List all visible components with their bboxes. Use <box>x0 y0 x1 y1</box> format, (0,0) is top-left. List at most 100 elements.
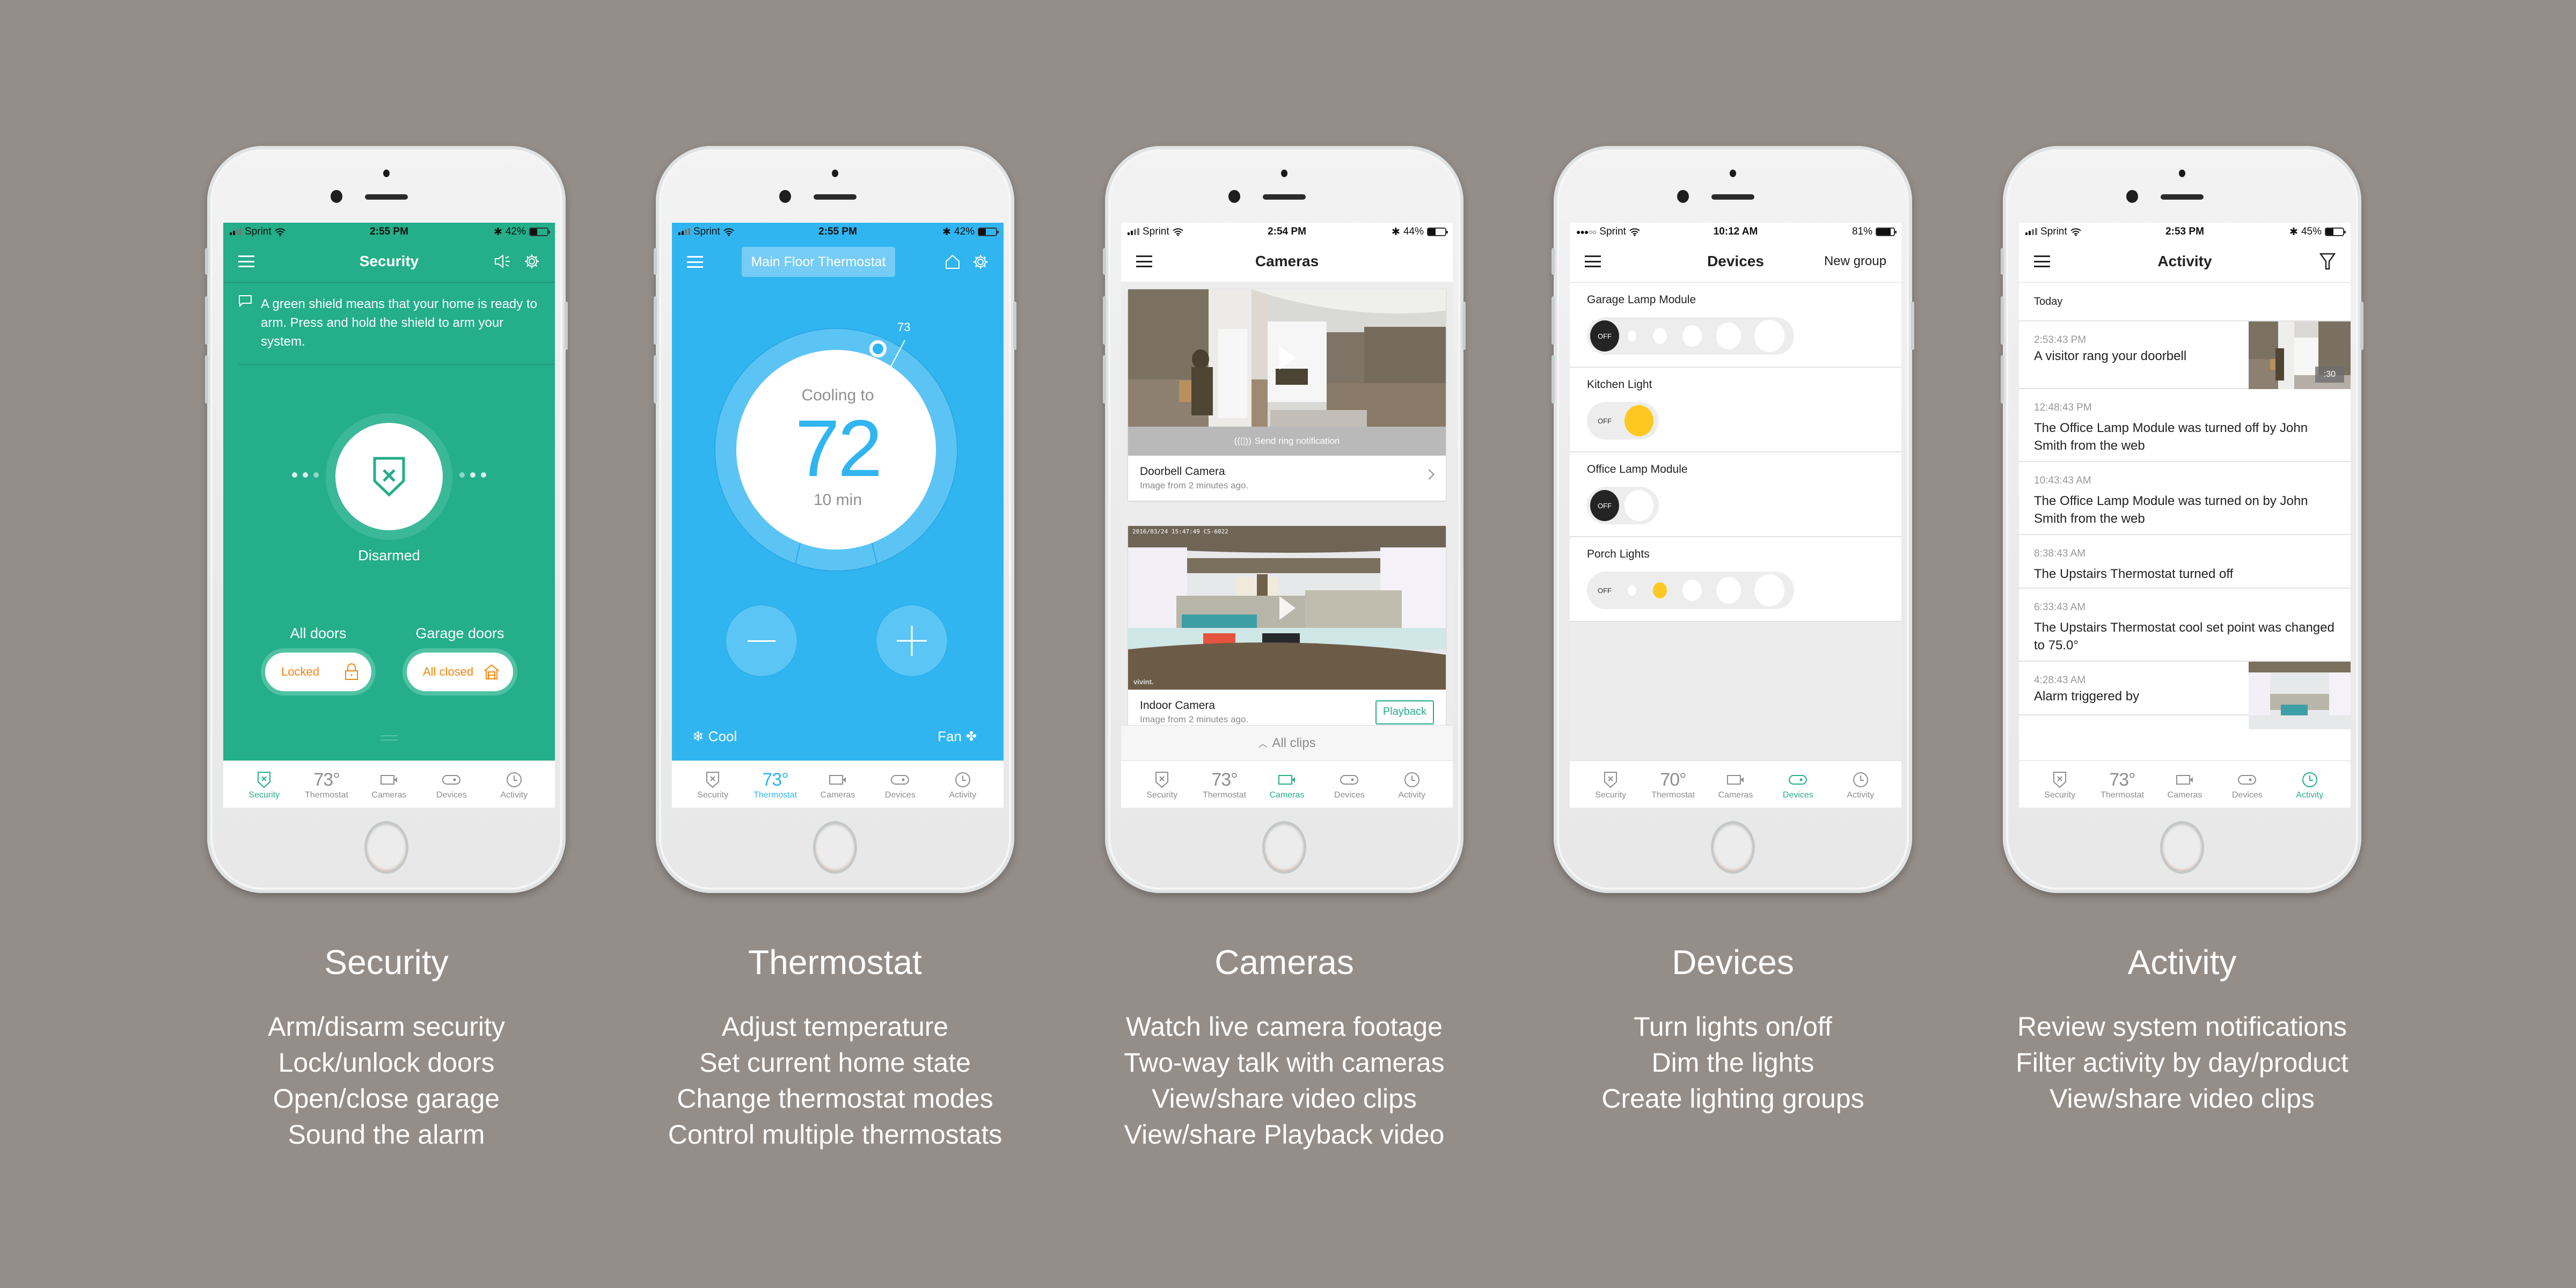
tab-cameras[interactable]: Cameras <box>362 769 416 800</box>
tab-label: Cameras <box>1269 790 1305 800</box>
dim-level-2[interactable] <box>1653 328 1667 344</box>
dim-level-1[interactable] <box>1628 331 1636 341</box>
tab-label: Cameras <box>371 790 407 800</box>
activity-message: A visitor rang your doorbell <box>2034 349 2187 363</box>
thermostat-selector[interactable]: Main Floor Thermostat <box>742 247 895 277</box>
volume-up-button <box>2001 296 2004 345</box>
tab-thermostat[interactable]: 73° Thermostat <box>749 769 802 800</box>
tab-thermostat[interactable]: 70° Thermostat <box>1646 769 1700 800</box>
activity-item[interactable]: 12:48:43 PM The Office Lamp Module was tu… <box>2019 389 2351 462</box>
dim-level-1[interactable] <box>1628 585 1636 596</box>
caption-features: Adjust temperature Set current home state… <box>611 1009 1059 1153</box>
switch-icon <box>2237 769 2257 791</box>
all-doors-button[interactable]: Locked <box>261 648 376 696</box>
menu-icon[interactable] <box>1136 255 1152 267</box>
tab-devices[interactable]: Devices <box>873 769 927 800</box>
fan-button[interactable]: Fan ✤ <box>938 728 977 745</box>
mode-button[interactable]: ❄ Cool <box>692 728 737 745</box>
device-name: Office Lamp Module <box>1587 463 1688 475</box>
clip-thumbnail[interactable]: :30 <box>2249 321 2351 389</box>
dim-level-4[interactable] <box>1716 577 1741 604</box>
tab-label: Activity <box>500 790 528 800</box>
tab-security[interactable]: Security <box>1135 769 1189 800</box>
tab-cameras[interactable]: Cameras <box>2158 769 2212 800</box>
garage-doors-button[interactable]: All closed <box>402 648 517 696</box>
off-button[interactable]: OFF <box>1590 320 1619 352</box>
page-title: Cameras <box>1255 253 1319 269</box>
menu-icon[interactable] <box>238 255 254 267</box>
arm-shield-button[interactable] <box>326 413 452 540</box>
drawer-handle[interactable] <box>380 735 398 744</box>
clock-icon <box>954 769 971 791</box>
tab-thermostat[interactable]: 73° Thermostat <box>1198 769 1252 800</box>
volume-down-button <box>1552 355 1555 404</box>
tab-security[interactable]: Security <box>2033 769 2087 800</box>
activity-item[interactable]: 2:53:43 PM A visitor rang your doorbell:3… <box>2019 321 2351 389</box>
dim-level-4[interactable] <box>1716 323 1741 349</box>
playback-button[interactable]: Playback <box>1375 700 1434 724</box>
dim-level-3[interactable] <box>1682 580 1702 601</box>
dimmer-control[interactable]: OFF <box>1587 317 1794 355</box>
new-group-button[interactable]: New group <box>1824 254 1886 269</box>
caption-feature: View/share video clips <box>2050 1084 2315 1114</box>
menu-icon[interactable] <box>2034 255 2050 267</box>
light-switch[interactable]: OFF <box>1587 487 1659 524</box>
tab-label: Thermostat <box>2101 790 2145 800</box>
tab-thermostat[interactable]: 73° Thermostat <box>300 769 354 800</box>
tab-activity[interactable]: Activity <box>487 769 541 800</box>
decrease-temp-button[interactable] <box>726 605 797 677</box>
on-knob[interactable] <box>1624 490 1653 521</box>
gear-icon[interactable] <box>972 254 989 270</box>
off-button[interactable]: OFF <box>1590 575 1619 606</box>
tab-devices[interactable]: Devices <box>1771 769 1825 800</box>
menu-icon[interactable] <box>687 256 703 268</box>
tab-thermostat[interactable]: 73° Thermostat <box>2096 769 2149 800</box>
indoor-camera-feed[interactable]: 2016/03/24 15:47:49 CS-6022 vivint. <box>1128 526 1446 690</box>
tab-activity[interactable]: Activity <box>936 769 990 800</box>
light-switch[interactable]: OFF <box>1587 402 1659 440</box>
status-bar: ●●●○○ Sprint 10:12 AM 81% <box>1570 223 1901 241</box>
clip-thumbnail[interactable] <box>2249 662 2351 729</box>
home-icon[interactable] <box>945 254 961 270</box>
tab-security[interactable]: Security <box>1584 769 1637 800</box>
fan-icon: ✤ <box>965 729 977 744</box>
dimmer-control[interactable]: OFF <box>1587 572 1794 609</box>
doorbell-camera-row[interactable]: Doorbell Camera Image from 2 minutes ago… <box>1128 456 1446 501</box>
activity-item[interactable]: 8:38:43 AM The Upstairs Thermostat turned… <box>2019 535 2351 589</box>
dim-level-2[interactable] <box>1653 582 1667 598</box>
activity-item[interactable]: 10:43:43 AM The Office Lamp Module was tu… <box>2019 462 2351 535</box>
activity-item[interactable]: 4:28:43 AM Alarm triggered by <box>2019 662 2351 729</box>
on-knob[interactable] <box>1624 405 1653 436</box>
all-clips-drawer[interactable]: ︿ All clips <box>1121 725 1453 760</box>
dim-level-5[interactable] <box>1754 574 1784 606</box>
tab-devices[interactable]: Devices <box>425 769 478 800</box>
tab-label: Devices <box>1334 790 1365 800</box>
tab-activity[interactable]: Activity <box>1834 769 1887 800</box>
dim-level-5[interactable] <box>1754 320 1784 352</box>
gear-icon[interactable] <box>524 253 540 269</box>
wifi-icon <box>723 228 734 236</box>
tab-cameras[interactable]: Cameras <box>811 769 865 800</box>
activity-item[interactable]: 6:33:43 AM The Upstairs Thermostat cool s… <box>2019 589 2351 662</box>
power-button <box>1462 302 1466 350</box>
proximity-sensor <box>1730 170 1736 177</box>
camera-subtitle: Image from 2 minutes ago. <box>1140 480 1249 491</box>
filter-icon[interactable] <box>2319 253 2336 270</box>
send-ring-notification-button[interactable]: ((▯)) Send ring notification <box>1128 427 1446 456</box>
clock-icon <box>1403 769 1421 791</box>
dim-level-3[interactable] <box>1682 325 1702 347</box>
tab-devices[interactable]: Devices <box>2220 769 2274 800</box>
increase-temp-button[interactable] <box>876 605 948 677</box>
tab-devices[interactable]: Devices <box>1322 769 1376 800</box>
off-button[interactable]: OFF <box>1590 405 1619 436</box>
tab-activity[interactable]: Activity <box>2283 769 2337 800</box>
off-button[interactable]: OFF <box>1590 490 1619 521</box>
tab-activity[interactable]: Activity <box>1385 769 1439 800</box>
tab-security[interactable]: Security <box>237 769 291 800</box>
tab-cameras[interactable]: Cameras <box>1260 769 1314 800</box>
tab-security[interactable]: Security <box>686 769 740 800</box>
doorbell-camera-feed[interactable] <box>1128 289 1446 427</box>
panic-alarm-icon[interactable] <box>494 254 512 269</box>
tab-cameras[interactable]: Cameras <box>1709 769 1762 800</box>
menu-icon[interactable] <box>1585 255 1601 267</box>
